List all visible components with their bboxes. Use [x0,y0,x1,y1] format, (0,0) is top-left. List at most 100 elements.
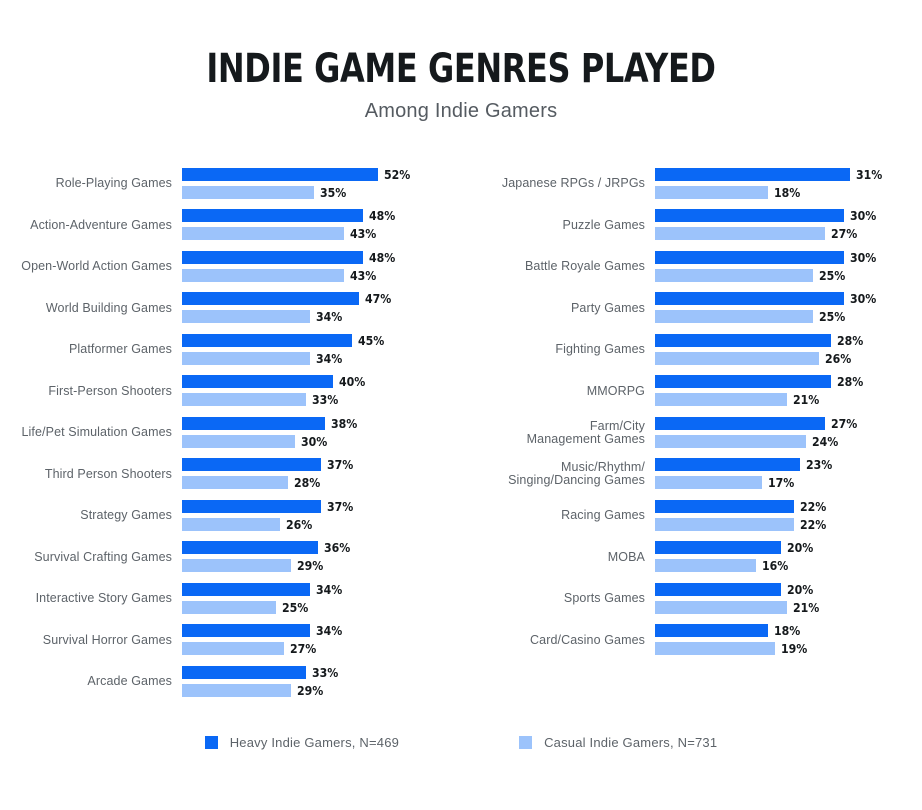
bar-row: 33% [182,664,470,680]
bar-value-label: 30% [850,208,877,224]
bar-pair: 30% 27% [655,208,922,242]
bar-casual [655,476,763,490]
category-label: Interactive Story Games [35,591,172,606]
chart-group: Farm/City Management Games 27% 24% [470,412,922,454]
bar-value-label: 25% [282,599,309,615]
bar-row: 43% [182,268,470,283]
bar-casual [655,600,788,614]
bar-value-label: 34% [316,623,343,639]
category-label: Music/Rhythm/ Singing/Dancing Games [508,460,645,488]
bar-row: 20% [655,582,922,597]
bar-row: 25% [182,599,470,615]
bar-value-label: 25% [818,267,845,283]
bar-row: 22% [655,517,922,532]
chart-group: Role-Playing Games 52% 35% [0,163,470,205]
bar-row: 27% [655,416,922,431]
bar-heavy [182,541,318,555]
bar-row: 18% [655,623,922,638]
bar-casual [182,185,314,199]
bar-heavy [655,292,844,306]
bar-value-label: 29% [297,682,324,698]
category-label: Survival Crafting Games [34,549,172,564]
bar-value-label: 37% [327,457,354,473]
bar-heavy [655,333,832,347]
bar-pair: 40% 33% [182,374,470,408]
category-label: Fighting Games [555,342,645,357]
bar-row: 26% [655,350,922,366]
bar-pair: 37% 26% [182,499,470,532]
category-label: Card/Casino Games [530,632,645,647]
bar-casual [182,683,292,697]
bar-value-label: 16% [761,558,789,574]
bar-value-label: 29% [297,558,324,574]
bar-heavy [655,624,769,638]
bar-heavy [182,582,311,596]
legend-item[interactable]: Heavy Indie Gamers, N=469 [204,735,399,750]
bar-value-label: 33% [312,392,339,408]
chart-group: Survival Crafting Games 36% 29% [0,537,470,579]
bar-row: 34% [182,351,470,366]
bar-row: 48% [182,250,470,265]
bar-heavy [655,582,781,596]
bar-row: 36% [182,540,470,556]
bar-pair: 47% 34% [182,291,470,324]
bar-value-label: 28% [293,475,320,491]
chart-group: Music/Rhythm/ Singing/Dancing Games 23% 17… [470,454,922,496]
bar-value-label: 43% [350,226,377,242]
bar-casual [182,600,277,614]
category-label: Action-Adventure Games [30,217,172,232]
bar-heavy [182,458,322,472]
bar-value-label: 17% [768,475,795,491]
bar-value-label: 25% [818,309,845,325]
chart-group: World Building Games 47% 34% [0,288,470,330]
legend-label: Casual Indie Gamers, N=731 [544,735,718,750]
bar-heavy [655,167,851,181]
bar-pair: 37% 28% [182,457,470,491]
bar-pair: 48% 43% [182,250,470,283]
chart-group: Racing Games 22% 22% [470,495,922,537]
bar-row: 28% [655,374,922,389]
bar-value-label: 26% [286,516,313,532]
bar-value-label: 30% [301,433,328,449]
category-label: Open-World Action Games [21,259,172,274]
legend-item[interactable]: Casual Indie Gamers, N=731 [519,735,717,750]
bar-value-label: 36% [323,540,351,556]
bar-value-label: 33% [312,664,339,680]
bar-row: 29% [182,558,470,574]
bar-row: 17% [655,475,922,491]
bar-row: 25% [655,309,922,325]
bar-value-label: 27% [831,226,858,242]
bar-casual [655,227,826,241]
chart-group: Battle Royale Games 30% 25% [470,246,922,288]
legend-swatch-casual [519,736,533,749]
bar-value-label: 34% [316,581,343,597]
bar-row: 34% [182,581,470,597]
bar-pair: 30% 25% [655,250,922,283]
bar-pair: 28% 21% [655,374,922,407]
category-label: World Building Games [45,300,172,315]
bar-pair: 28% 26% [655,333,922,366]
chart-columns: Role-Playing Games 52% 35% Action-Adventure… [0,163,922,703]
chart-column-right: Japanese RPGs / JRPGs 31% 18% Puzzle Games 3… [470,163,922,703]
bar-row: 37% [182,457,470,473]
bar-heavy [182,375,333,389]
bar-row: 30% [655,208,922,224]
bar-value-label: 52% [384,166,411,182]
bar-pair: 34% 27% [182,623,470,656]
bar-row: 22% [655,498,922,514]
chart-group: Party Games 30% 25% [470,288,922,330]
chart-group: Open-World Action Games 48% 43% [0,246,470,288]
bar-row: 37% [182,499,470,514]
bar-casual [182,434,296,448]
bar-row: 26% [182,516,470,532]
chart-header: INDIE GAME GENRES PLAYED Among Indie Gam… [0,0,922,123]
chart-group: Fighting Games 28% 26% [470,329,922,371]
category-label: Battle Royale Games [524,259,645,274]
category-label: Japanese RPGs / JRPGs [501,176,645,191]
bar-pair: 18% 19% [655,623,922,656]
bar-pair: 45% 34% [182,333,470,366]
bar-value-label: 26% [824,350,852,366]
bar-value-label: 22% [799,498,826,514]
bar-row: 34% [182,623,470,639]
bar-heavy [182,624,311,638]
